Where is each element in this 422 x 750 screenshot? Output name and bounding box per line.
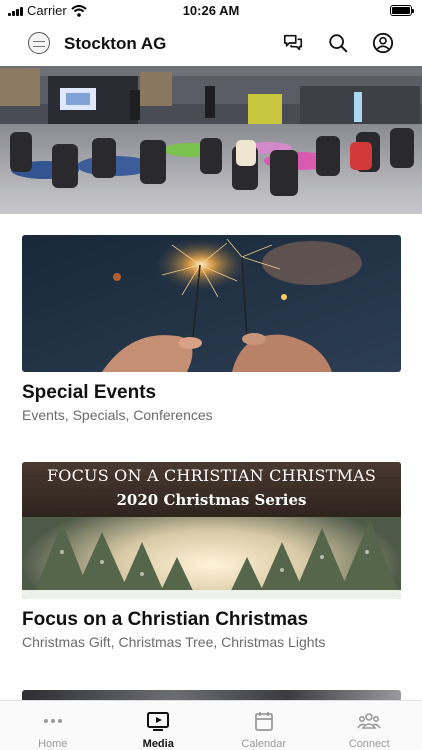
account-icon[interactable]: [372, 32, 394, 54]
search-icon[interactable]: [327, 32, 349, 54]
church-event-photo: [0, 66, 422, 214]
tab-label: Connect: [348, 738, 390, 750]
app-title: Stockton AG: [64, 34, 167, 53]
more-dots-icon: [43, 719, 62, 723]
status-bar: Carrier 10:26 AM: [0, 0, 422, 22]
chat-icon[interactable]: [282, 32, 304, 54]
tab-label: Calendar: [241, 738, 287, 750]
calendar-icon: [254, 712, 273, 731]
card-title: Special Events: [22, 382, 157, 403]
media-card-special-events[interactable]: Special Events Events, Specials, Confere…: [22, 235, 401, 423]
card-thumbnail: FOCUS ON A CHRISTIAN CHRISTMAS 2020 Chri…: [22, 462, 401, 599]
banner-subtitle: 2020 Christmas Series: [116, 491, 307, 509]
battery-icon: [390, 5, 414, 16]
tab-home[interactable]: Home: [0, 701, 106, 750]
media-card-christian-christmas[interactable]: FOCUS ON A CHRISTIAN CHRISTMAS 2020 Chri…: [22, 462, 401, 650]
tab-connect[interactable]: Connect: [317, 701, 422, 750]
play-icon: [147, 712, 170, 731]
sparklers-photo: [22, 235, 401, 372]
people-icon: [357, 713, 381, 729]
hero-image[interactable]: [0, 66, 422, 214]
status-time: 10:26 AM: [182, 3, 240, 18]
card-thumbnail: [22, 690, 401, 700]
app-header: Stockton AG: [0, 22, 422, 64]
church-logo: [28, 32, 50, 54]
tab-label: Home: [38, 738, 68, 750]
card-thumbnail: [22, 235, 401, 372]
tab-media[interactable]: Media: [106, 701, 212, 750]
card-title: Focus on a Christian Christmas: [22, 609, 309, 630]
tab-calendar[interactable]: Calendar: [211, 701, 317, 750]
banner-title: FOCUS ON A CHRISTIAN CHRISTMAS: [46, 466, 377, 485]
tab-label: Media: [142, 738, 174, 750]
tab-bar: Home Media Calendar Connect: [0, 700, 422, 750]
card-subtitle: Christmas Gift, Christmas Tree, Christma…: [22, 634, 326, 650]
card-subtitle: Events, Specials, Conferences: [22, 407, 213, 423]
media-card-partial[interactable]: [22, 690, 401, 700]
